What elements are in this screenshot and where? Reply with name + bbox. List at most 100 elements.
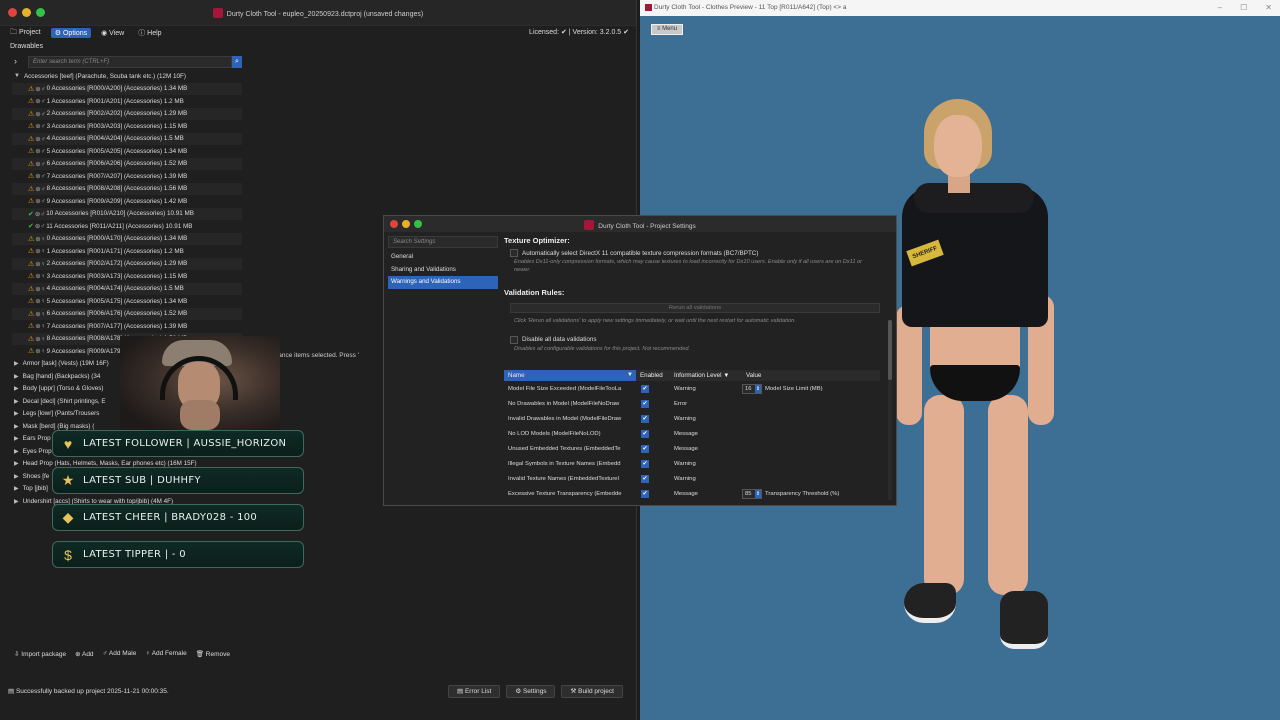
- tree-item-accessory[interactable]: ⚠ ⊛♂ 7 Accessories [R007/A207] (Accessorie…: [12, 170, 242, 183]
- column-info-level-header[interactable]: Information Level ▼: [670, 372, 742, 379]
- tree-item-accessory[interactable]: ✔ ⊛♂ 11 Accessories [R011/A211] (Accessori…: [12, 220, 242, 233]
- maximize-icon[interactable]: ☐: [1240, 3, 1247, 12]
- tree-item-accessory[interactable]: ⚠ ⊛♀ 0 Accessories [R000/A170] (Accessorie…: [12, 232, 242, 245]
- rule-info-level[interactable]: Message: [670, 431, 742, 437]
- table-row[interactable]: Invalid Texture Names (EmbeddedTexturel ✔…: [504, 471, 880, 486]
- add-button[interactable]: ⊕ Add: [75, 650, 93, 658]
- disable-validations-checkbox[interactable]: [510, 335, 518, 344]
- settings-search-input[interactable]: Search Settings: [388, 236, 498, 248]
- rule-info-level[interactable]: Warning: [670, 386, 742, 392]
- tree-item-accessory[interactable]: ⚠ ⊛♀ 1 Accessories [R001/A171] (Accessorie…: [12, 245, 242, 258]
- rule-info-level[interactable]: Message: [670, 446, 742, 452]
- tree-item-accessory[interactable]: ⚠ ⊛♂ 8 Accessories [R008/A208] (Accessorie…: [12, 182, 242, 195]
- texture-optimizer-heading: Texture Optimizer:: [504, 236, 570, 245]
- scrollbar-thumb[interactable]: [888, 320, 892, 380]
- tree-group-accessories[interactable]: ▼ Accessories [teef] (Parachute, Scuba ta…: [12, 70, 242, 83]
- chevron-right-icon[interactable]: ▶: [14, 473, 19, 480]
- menu-view[interactable]: ◉ View: [97, 28, 128, 38]
- tree-item-accessory[interactable]: ⚠ ⊛♂ 5 Accessories [R005/A205] (Accessorie…: [12, 145, 242, 158]
- import-package-button[interactable]: ⇩ Import package: [14, 650, 66, 658]
- table-row[interactable]: Unused Embedded Textures (EmbeddedTe ✔ Mes…: [504, 441, 880, 456]
- column-name-header[interactable]: Name ▼: [504, 370, 636, 381]
- chevron-right-icon[interactable]: ▶: [14, 460, 19, 467]
- tree-item-accessory[interactable]: ⚠ ⊛♂ 2 Accessories [R002/A202] (Accessorie…: [12, 107, 242, 120]
- tree-item-accessory[interactable]: ⚠ ⊛♀ 4 Accessories [R004/A174] (Accessorie…: [12, 282, 242, 295]
- chevron-right-icon[interactable]: ▶: [14, 373, 19, 380]
- table-row[interactable]: No LOD Models (ModelFileNoLOD) ✔ Message: [504, 426, 880, 441]
- search-button[interactable]: ⌕: [232, 56, 242, 68]
- close-icon[interactable]: ✕: [1265, 3, 1272, 12]
- minimize-icon[interactable]: –: [1218, 3, 1222, 12]
- chevron-down-icon[interactable]: ▼: [14, 73, 20, 79]
- rule-enabled-checkbox[interactable]: ✔: [641, 384, 649, 393]
- chevron-right-icon[interactable]: ▶: [14, 385, 19, 392]
- settings-button[interactable]: ⚙ Settings: [506, 685, 556, 698]
- stepper-arrows-icon[interactable]: ⇕: [755, 489, 761, 498]
- table-row[interactable]: Invalid Drawables in Model (ModelFileDra…: [504, 411, 880, 426]
- rule-enabled-checkbox[interactable]: ✔: [641, 489, 649, 498]
- rule-enabled-checkbox[interactable]: ✔: [641, 429, 649, 438]
- menu-help[interactable]: ⓘ Help: [134, 27, 165, 39]
- chevron-right-icon[interactable]: ▶: [14, 423, 19, 430]
- disable-validations-option[interactable]: Disable all data validations: [510, 335, 880, 344]
- filter-icon[interactable]: ▼: [627, 370, 633, 381]
- tree-item-accessory[interactable]: ⚠ ⊛♀ 3 Accessories [R003/A173] (Accessorie…: [12, 270, 242, 283]
- add-female-button[interactable]: ♀ Add Female: [145, 650, 186, 658]
- warning-icon: ⚠: [28, 323, 35, 331]
- nav-general[interactable]: General: [388, 251, 498, 264]
- tree-item-accessory[interactable]: ⚠ ⊛♂ 0 Accessories [R000/A200] (Accessorie…: [12, 82, 242, 95]
- table-row[interactable]: Excessive Texture Transparency (Embedde ✔…: [504, 486, 880, 501]
- tree-item-accessory[interactable]: ⚠ ⊛♀ 6 Accessories [R006/A176] (Accessorie…: [12, 307, 242, 320]
- dialog-scrollbar[interactable]: [888, 320, 892, 500]
- column-value-header[interactable]: Value: [742, 372, 761, 379]
- table-row[interactable]: No Drawables in Model (ModelFileNoDraw ✔ E…: [504, 396, 880, 411]
- chevron-right-icon[interactable]: ▶: [14, 498, 19, 505]
- rule-info-level[interactable]: Warning: [670, 476, 742, 482]
- error-list-button[interactable]: ▤ Error List: [448, 685, 501, 698]
- column-enabled-header[interactable]: Enabled: [636, 372, 670, 379]
- rule-value-stepper[interactable]: 85 ⇕: [742, 488, 762, 499]
- rerun-validations-button[interactable]: Rerun all validations: [510, 303, 880, 314]
- tree-item-accessory[interactable]: ⚠ ⊛♂ 6 Accessories [R006/A206] (Accessorie…: [12, 157, 242, 170]
- rule-enabled-checkbox[interactable]: ✔: [641, 399, 649, 408]
- rule-info-level[interactable]: Message: [670, 491, 742, 497]
- chevron-right-icon[interactable]: ▶: [14, 485, 19, 492]
- chevron-right-icon[interactable]: ▶: [14, 398, 19, 405]
- rule-value-stepper[interactable]: 16 ⇕: [742, 383, 762, 394]
- rule-enabled-checkbox[interactable]: ✔: [641, 459, 649, 468]
- chevron-right-icon[interactable]: ▶: [14, 448, 19, 455]
- nav-sharing-validations[interactable]: Sharing and Validations: [388, 264, 498, 277]
- remove-button[interactable]: 🗑 Remove: [196, 650, 230, 658]
- chevron-right-icon[interactable]: ›: [14, 56, 17, 66]
- filter-icon[interactable]: ▼: [723, 372, 729, 379]
- menu-project[interactable]: 🗀 Project: [6, 27, 45, 40]
- nav-warnings-validations[interactable]: Warnings and Validations: [388, 276, 498, 289]
- table-row[interactable]: Model File Size Exceeded (ModelFileTooLa…: [504, 381, 880, 396]
- rule-enabled-checkbox[interactable]: ✔: [641, 474, 649, 483]
- tree-item-accessory[interactable]: ⚠ ⊛♀ 5 Accessories [R005/A175] (Accessorie…: [12, 295, 242, 308]
- add-male-button[interactable]: ♂ Add Male: [103, 650, 137, 658]
- rule-info-level[interactable]: Warning: [670, 416, 742, 422]
- tree-item-accessory[interactable]: ⚠ ⊛♂ 9 Accessories [R009/A209] (Accessorie…: [12, 195, 242, 208]
- table-row[interactable]: Illegal Symbols in Texture Names (Embedd…: [504, 456, 880, 471]
- tree-item-accessory[interactable]: ⚠ ⊛♂ 1 Accessories [R001/A201] (Accessorie…: [12, 95, 242, 108]
- tree-item-accessory[interactable]: ⚠ ⊛♂ 4 Accessories [R004/A204] (Accessorie…: [12, 132, 242, 145]
- dx11-compression-option[interactable]: Automatically select DirectX 11 compatib…: [510, 249, 880, 257]
- rule-enabled-checkbox[interactable]: ✔: [641, 444, 649, 453]
- chevron-right-icon[interactable]: ▶: [14, 435, 19, 442]
- rule-enabled-checkbox[interactable]: ✔: [641, 414, 649, 423]
- drawable-search-input[interactable]: Enter search term (CTRL+F): [28, 56, 232, 68]
- dx11-compression-checkbox[interactable]: [510, 249, 518, 257]
- tree-item-accessory[interactable]: ⚠ ⊛♀ 2 Accessories [R002/A172] (Accessorie…: [12, 257, 242, 270]
- tree-item-accessory[interactable]: ✔ ⊛♂ 10 Accessories [R010/A210] (Accessori…: [12, 207, 242, 220]
- build-project-button[interactable]: ⚒ Build project: [561, 685, 623, 698]
- tree-item-accessory[interactable]: ⚠ ⊛♀ 7 Accessories [R007/A177] (Accessorie…: [12, 320, 242, 333]
- rule-info-level[interactable]: Error: [670, 401, 742, 407]
- tree-item-accessory[interactable]: ⚠ ⊛♂ 3 Accessories [R003/A203] (Accessorie…: [12, 120, 242, 133]
- rule-info-level[interactable]: Warning: [670, 461, 742, 467]
- chevron-right-icon[interactable]: ▶: [14, 410, 19, 417]
- menu-options[interactable]: ⚙ Options: [50, 28, 92, 38]
- stepper-arrows-icon[interactable]: ⇕: [755, 384, 761, 393]
- chevron-right-icon[interactable]: ▶: [14, 360, 19, 367]
- preview-menu-button[interactable]: ≡ Menu: [651, 24, 683, 35]
